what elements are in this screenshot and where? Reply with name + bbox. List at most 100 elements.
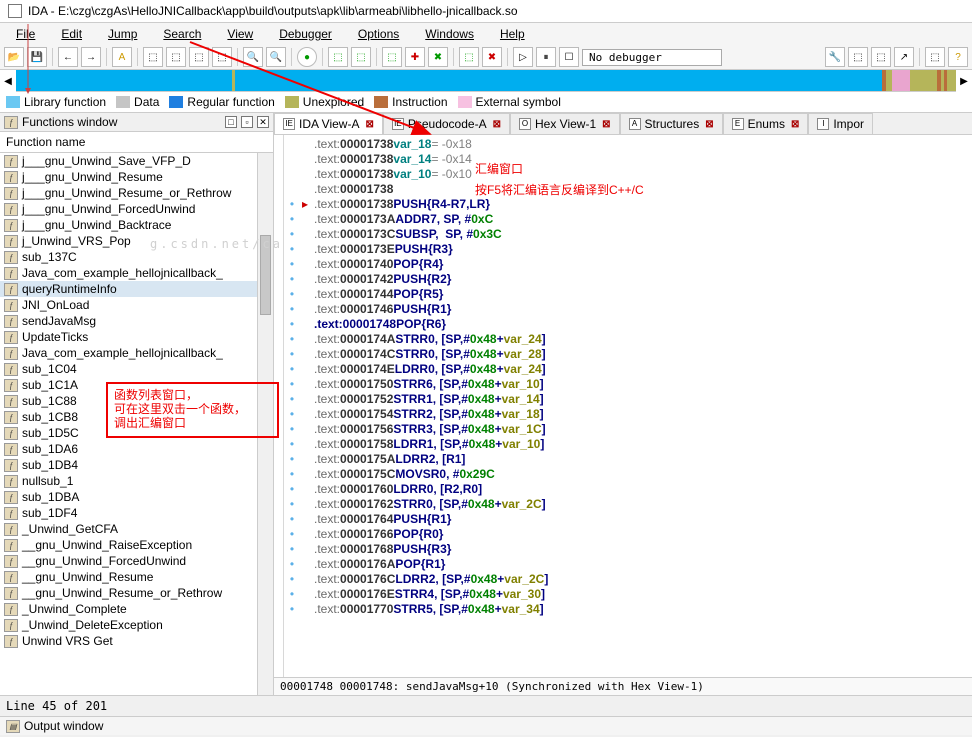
tool-r1[interactable]: 🔧 (825, 47, 845, 67)
menu-options[interactable]: Options (346, 25, 411, 43)
disasm-row[interactable]: • .text:0000173A ADD R7, SP, #0xC (282, 212, 970, 227)
close-icon[interactable]: ⊠ (602, 119, 610, 130)
close-icon[interactable]: ⊠ (493, 119, 501, 130)
menu-edit[interactable]: Edit (49, 25, 94, 43)
tool-r5[interactable]: ⬚ (925, 47, 945, 67)
panel-restore-icon[interactable]: □ (225, 116, 237, 128)
menu-windows[interactable]: Windows (413, 25, 486, 43)
function-row[interactable]: f__gnu_Unwind_ForcedUnwind (0, 553, 257, 569)
function-row[interactable]: fj___gnu_Unwind_Save_VFP_D (0, 153, 257, 169)
function-row[interactable]: fUnwind VRS Get (0, 633, 257, 649)
function-row[interactable]: f__gnu_Unwind_Resume (0, 569, 257, 585)
disasm-row[interactable]: • .text:0000176E STR R4, [SP,#0x48+var_3… (282, 587, 970, 602)
nav-right[interactable]: ▶ (956, 70, 972, 92)
breakpoint-dot[interactable]: • (282, 542, 302, 557)
breakpoint-dot[interactable]: • (282, 242, 302, 257)
breakpoint-dot[interactable]: • (282, 392, 302, 407)
function-row[interactable]: fsub_1DA6 (0, 441, 257, 457)
tool-g4[interactable]: ⬚ (459, 47, 479, 67)
disasm-row[interactable]: • .text:00001768 PUSH {R3} (282, 542, 970, 557)
breakpoint-dot[interactable] (282, 167, 302, 182)
function-row[interactable]: fqueryRuntimeInfo (0, 281, 257, 297)
breakpoint-dot[interactable]: • (282, 437, 302, 452)
tool-g3[interactable]: ⬚ (382, 47, 402, 67)
fwd-icon[interactable]: → (81, 47, 101, 67)
breakpoint-dot[interactable] (282, 137, 302, 152)
function-row[interactable]: fsub_1DBA (0, 489, 257, 505)
breakpoint-dot[interactable] (282, 152, 302, 167)
tool-x-g[interactable]: ✖ (428, 47, 448, 67)
breakpoint-dot[interactable]: • (282, 527, 302, 542)
disasm-row[interactable]: •▸.text:00001738 PUSH {R4-R7,LR} (282, 197, 970, 212)
function-row[interactable]: fsub_1C04 (0, 361, 257, 377)
disasm-row[interactable]: • .text:0000173E PUSH {R3} (282, 242, 970, 257)
tab-enums[interactable]: EEnums⊠ (723, 113, 809, 134)
function-row[interactable]: fnullsub_1 (0, 473, 257, 489)
breakpoint-dot[interactable]: • (282, 362, 302, 377)
disasm-row[interactable]: • .text:00001750 STR R6, [SP,#0x48+var_1… (282, 377, 970, 392)
disasm-row[interactable]: • .text:00001756 STR R3, [SP,#0x48+var_1… (282, 422, 970, 437)
disasm-row[interactable]: • .text:0000174C STR R0, [SP,#0x48+var_2… (282, 347, 970, 362)
disasm-row[interactable]: .text:00001738 var_14 = -0x14 (282, 152, 970, 167)
close-icon[interactable]: ⊠ (365, 119, 373, 130)
disasm-row[interactable]: • .text:00001764 PUSH {R1} (282, 512, 970, 527)
tab-ida-view-a[interactable]: IEIDA View-A⊠ (274, 113, 383, 134)
panel-close-icon[interactable]: ✕ (257, 116, 269, 128)
tool-icon-4[interactable]: ⬚ (189, 47, 209, 67)
menu-file[interactable]: File (4, 25, 47, 43)
menu-help[interactable]: Help (488, 25, 537, 43)
function-row[interactable]: fUpdateTicks (0, 329, 257, 345)
breakpoint-dot[interactable]: • (282, 212, 302, 227)
breakpoint-dot[interactable]: • (282, 332, 302, 347)
breakpoint-dot[interactable]: • (282, 467, 302, 482)
output-bar[interactable]: ▤ Output window (0, 716, 972, 735)
breakpoint-dot[interactable]: • (282, 197, 302, 212)
function-row[interactable]: f_Unwind_Complete (0, 601, 257, 617)
breakpoint-dot[interactable]: • (282, 497, 302, 512)
back-icon[interactable]: ← (58, 47, 78, 67)
close-icon[interactable]: ⊠ (791, 119, 799, 130)
function-row[interactable]: f__gnu_Unwind_Resume_or_Rethrow (0, 585, 257, 601)
disasm-row[interactable]: • .text:0000174A STR R0, [SP,#0x48+var_2… (282, 332, 970, 347)
tab-pseudocode-a[interactable]: IEPseudocode-A⊠ (383, 113, 510, 134)
tool-g1[interactable]: ⬚ (328, 47, 348, 67)
disasm-row[interactable]: • .text:0000174E LDR R0, [SP,#0x48+var_2… (282, 362, 970, 377)
function-row[interactable]: fj___gnu_Unwind_Resume_or_Rethrow (0, 185, 257, 201)
search-icon-2[interactable]: 🔍 (266, 47, 286, 67)
disasm-row[interactable]: • .text:00001762 STR R0, [SP,#0x48+var_2… (282, 497, 970, 512)
breakpoint-dot[interactable]: • (282, 302, 302, 317)
tool-icon[interactable]: A (112, 47, 132, 67)
menu-debugger[interactable]: Debugger (267, 25, 344, 43)
pause-icon[interactable]: ⏸ (536, 47, 556, 67)
breakpoint-dot[interactable]: • (282, 512, 302, 527)
disasm-row[interactable]: • .text:00001752 STR R1, [SP,#0x48+var_1… (282, 392, 970, 407)
breakpoint-dot[interactable]: • (282, 347, 302, 362)
tool-r4[interactable]: ↗ (894, 47, 914, 67)
breakpoint-dot[interactable]: • (282, 257, 302, 272)
function-row[interactable]: fJava_com_example_hellojnicallback_ (0, 265, 257, 281)
disasm-row[interactable]: • .text:00001742 PUSH {R2} (282, 272, 970, 287)
disasm-row[interactable]: • .text:00001740 POP {R4} (282, 257, 970, 272)
open-icon[interactable]: 📂 (4, 47, 24, 67)
func-col-header[interactable]: Function name (0, 132, 273, 153)
tool-r3[interactable]: ⬚ (871, 47, 891, 67)
function-row[interactable]: fsub_1DB4 (0, 457, 257, 473)
disasm-row[interactable]: • .text:00001758 LDR R1, [SP,#0x48+var_1… (282, 437, 970, 452)
tool-icon-5[interactable]: ⬚ (212, 47, 232, 67)
menu-jump[interactable]: Jump (96, 25, 149, 43)
tab-hex-view-1[interactable]: OHex View-1⊠ (510, 113, 620, 134)
breakpoint-dot[interactable]: • (282, 227, 302, 242)
breakpoint-dot[interactable]: • (282, 377, 302, 392)
disasm-row[interactable]: • .text:0000176A POP {R1} (282, 557, 970, 572)
breakpoint-dot[interactable]: • (282, 482, 302, 497)
function-row[interactable]: fsendJavaMsg (0, 313, 257, 329)
disasm-row[interactable]: • .text:00001766 POP {R0} (282, 527, 970, 542)
tool-x-r[interactable]: ✖ (482, 47, 502, 67)
function-row[interactable]: fsub_137C (0, 249, 257, 265)
disasm-row[interactable]: .text:00001738 var_18 = -0x18 (282, 137, 970, 152)
breakpoint-dot[interactable]: • (282, 422, 302, 437)
play-icon[interactable]: ▷ (513, 47, 533, 67)
run-icon[interactable]: ● (297, 47, 317, 67)
breakpoint-dot[interactable]: • (282, 272, 302, 287)
disasm-row[interactable]: • .text:0000175A LDR R2, [R1] (282, 452, 970, 467)
